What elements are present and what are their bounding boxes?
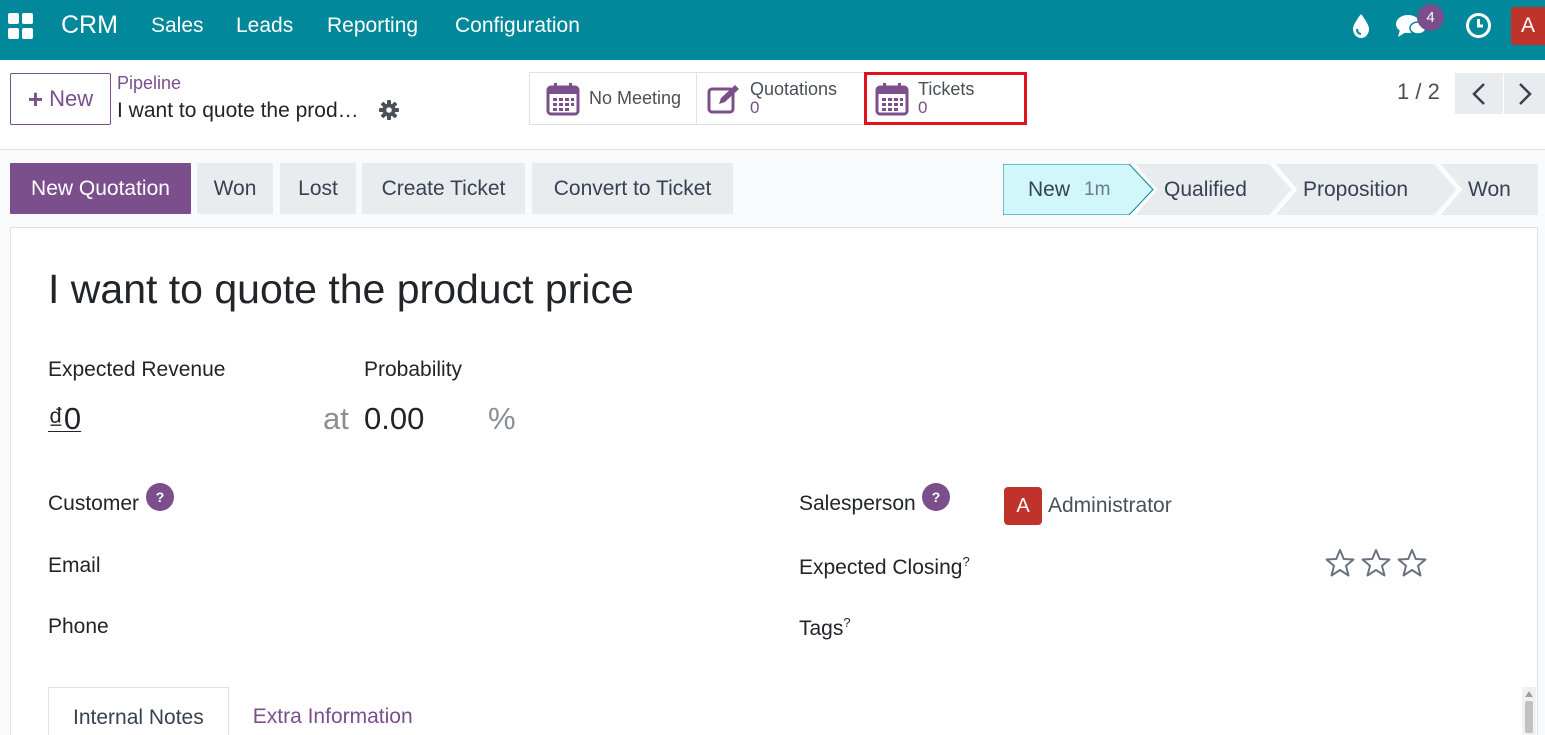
star-icon[interactable]: [1361, 548, 1391, 578]
notebook-tabs: Internal Notes Extra Information: [48, 687, 437, 735]
plus-icon: +: [27, 84, 44, 114]
stage-duration: 1m: [1084, 178, 1111, 200]
lost-button[interactable]: Lost: [280, 163, 356, 214]
menu-reporting[interactable]: Reporting: [327, 14, 418, 38]
expected-closing-label: Expected Closing?: [799, 554, 970, 580]
tags-help[interactable]: ?: [843, 615, 850, 630]
probability-input[interactable]: 0.00: [364, 401, 424, 437]
salesperson-input[interactable]: Administrator: [1048, 494, 1172, 518]
lead-title[interactable]: I want to quote the product price: [48, 266, 634, 313]
smart-button-value: 0: [918, 98, 928, 118]
expected-revenue-input[interactable]: ₫0: [48, 401, 81, 437]
percent-sign: %: [488, 401, 516, 436]
expected-closing-text: Expected Closing: [799, 556, 963, 579]
tab-extra-information[interactable]: Extra Information: [229, 687, 437, 735]
new-record-button[interactable]: + New: [10, 73, 111, 125]
smart-button-label: Tickets: [918, 79, 975, 100]
apps-grid-icon[interactable]: [8, 13, 34, 39]
won-button[interactable]: Won: [197, 163, 273, 214]
clock-icon[interactable]: [1465, 12, 1492, 44]
stage-name: New: [1028, 177, 1071, 201]
expected-closing-help[interactable]: ?: [962, 554, 969, 569]
form-sheet: I want to quote the product price Expect…: [10, 227, 1538, 735]
tags-text: Tags: [799, 617, 844, 640]
smart-button-value: 0: [750, 98, 760, 118]
smart-button-meeting[interactable]: No Meeting: [529, 72, 697, 125]
calendar-icon: [546, 82, 580, 116]
customer-help-icon[interactable]: ?: [146, 483, 174, 511]
stage-new[interactable]: New 1m: [1028, 164, 1110, 215]
gear-icon[interactable]: [378, 99, 400, 126]
stage-proposition[interactable]: Proposition: [1303, 164, 1408, 215]
smart-buttons: No Meeting Quotations 0 Tickets 0: [529, 72, 1027, 125]
tags-label: Tags?: [799, 615, 851, 641]
smart-button-label: Quotations: [750, 79, 838, 100]
create-ticket-button[interactable]: Create Ticket: [362, 163, 525, 214]
breadcrumb-pipeline[interactable]: Pipeline: [117, 73, 181, 94]
droplet-icon[interactable]: [1350, 13, 1372, 44]
smart-button-label: No Meeting: [589, 88, 682, 109]
expected-revenue-label: Expected Revenue: [48, 358, 226, 381]
menu-leads[interactable]: Leads: [236, 14, 293, 38]
vertical-scrollbar[interactable]: [1522, 687, 1536, 735]
priority-stars: [1325, 548, 1427, 578]
scrollbar-thumb[interactable]: [1525, 701, 1533, 733]
scroll-up-icon[interactable]: [1522, 689, 1536, 699]
tab-internal-notes[interactable]: Internal Notes: [48, 687, 229, 735]
stage-qualified[interactable]: Qualified: [1164, 164, 1247, 215]
salesperson-help-icon[interactable]: ?: [922, 483, 950, 511]
customer-label: Customer: [48, 492, 140, 515]
star-icon[interactable]: [1397, 548, 1427, 578]
pager-previous-button[interactable]: [1455, 73, 1503, 114]
salesperson-label: Salesperson: [799, 492, 916, 515]
new-quotation-button[interactable]: New Quotation: [10, 163, 191, 214]
stage-won[interactable]: Won: [1468, 164, 1511, 215]
breadcrumb-record-name: I want to quote the product price: [117, 99, 367, 122]
pager-next-button[interactable]: [1504, 73, 1545, 114]
edit-icon: [707, 84, 741, 114]
messages-badge: 4: [1417, 4, 1444, 31]
menu-configuration[interactable]: Configuration: [455, 14, 580, 38]
top-navbar: CRM Sales Leads Reporting Configuration …: [0, 0, 1545, 60]
convert-to-ticket-button[interactable]: Convert to Ticket: [532, 163, 733, 214]
calendar-icon: [875, 82, 909, 116]
new-label: New: [49, 86, 94, 111]
pager-value[interactable]: 1 / 2: [1397, 79, 1440, 105]
phone-label: Phone: [48, 615, 109, 638]
salesperson-avatar: A: [1004, 487, 1042, 525]
user-avatar[interactable]: A: [1511, 7, 1545, 45]
chevron-left-icon: [1472, 82, 1485, 105]
email-label: Email: [48, 554, 101, 577]
smart-button-tickets[interactable]: Tickets 0: [864, 72, 1027, 125]
star-icon[interactable]: [1325, 548, 1355, 578]
at-label: at: [323, 401, 349, 436]
smart-button-quotations[interactable]: Quotations 0: [696, 72, 865, 125]
control-panel: + New Pipeline I want to quote the produ…: [0, 60, 1545, 150]
chevron-right-icon: [1518, 82, 1532, 105]
menu-sales[interactable]: Sales: [151, 14, 204, 38]
app-brand[interactable]: CRM: [61, 11, 118, 40]
probability-label: Probability: [364, 358, 463, 381]
